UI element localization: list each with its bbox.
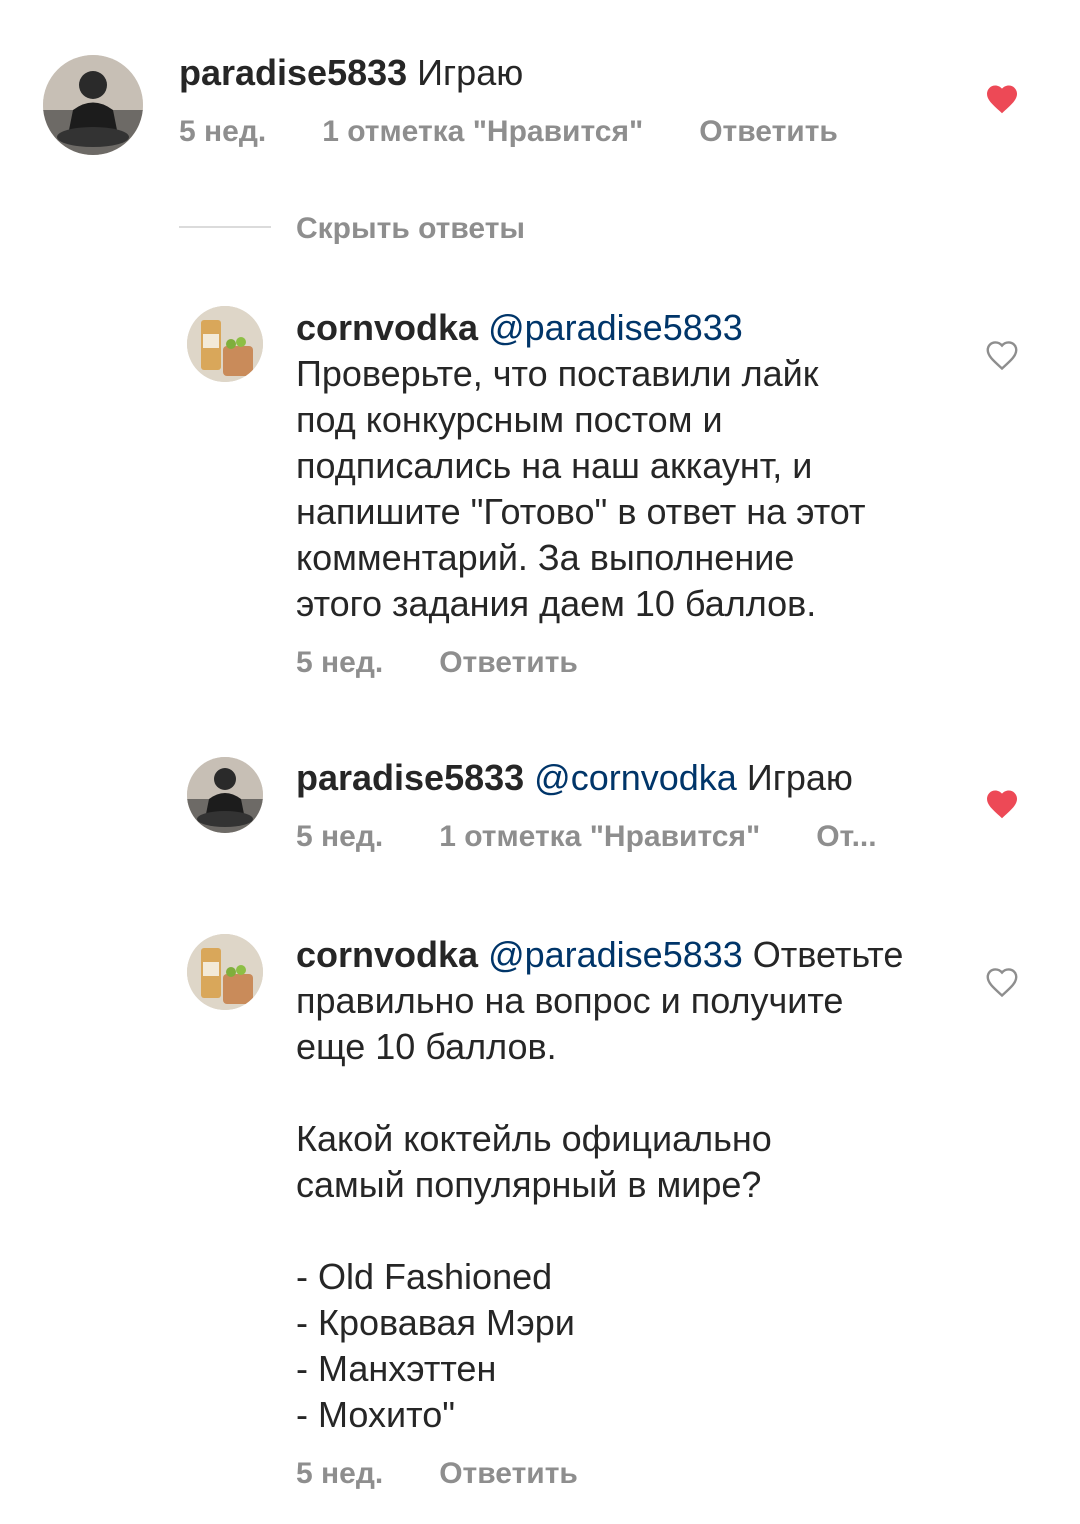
username[interactable]: paradise5833	[296, 757, 524, 798]
comment-text: cornvodka @paradise5833 Проверьте, что п…	[296, 305, 956, 627]
reply-button[interactable]: Ответить	[699, 114, 838, 150]
reply-button[interactable]: Ответить	[439, 645, 578, 681]
timestamp: 5 нед.	[296, 820, 384, 853]
avatar[interactable]	[43, 55, 143, 155]
avatar[interactable]	[187, 757, 263, 833]
timestamp: 5 нед.	[296, 1457, 384, 1490]
mention[interactable]: @paradise5833	[478, 307, 743, 348]
comment-text: paradise5833 @cornvodka Играю	[296, 755, 956, 801]
avatar[interactable]	[187, 306, 263, 382]
avatar[interactable]	[187, 934, 263, 1010]
comment-meta: 5 нед. Ответить	[296, 1456, 578, 1492]
reply-button[interactable]: От...	[816, 819, 876, 855]
comment-body: Проверьте, что поставили лайк под конкур…	[296, 353, 866, 624]
timestamp: 5 нед.	[296, 646, 384, 679]
timestamp: 5 нед.	[179, 115, 267, 148]
comment-text: cornvodka @paradise5833 Ответьте правиль…	[296, 932, 956, 1438]
hide-replies-button[interactable]: Скрыть ответы	[296, 211, 525, 247]
mention[interactable]: @cornvodka	[524, 757, 737, 798]
username[interactable]: cornvodka	[296, 307, 478, 348]
comment-text: paradise5833 Играю	[179, 50, 939, 96]
comment-meta: 5 нед. Ответить	[296, 645, 578, 681]
heart-filled-icon[interactable]	[984, 81, 1020, 117]
comment-meta: 5 нед. 1 отметка "Нравится" От...	[296, 819, 877, 855]
replies-divider	[179, 226, 271, 228]
likes-count[interactable]: 1 отметка "Нравится"	[322, 114, 643, 150]
heart-filled-icon[interactable]	[984, 786, 1020, 822]
comment-body: Ответьте правильно на вопрос и получите …	[296, 934, 904, 1435]
comment-body: Играю	[407, 52, 524, 93]
heart-outline-icon[interactable]	[984, 337, 1020, 373]
likes-count[interactable]: 1 отметка "Нравится"	[439, 819, 760, 855]
reply-button[interactable]: Ответить	[439, 1456, 578, 1492]
mention[interactable]: @paradise5833	[478, 934, 743, 975]
comment-body: Играю	[736, 757, 853, 798]
username[interactable]: cornvodka	[296, 934, 478, 975]
comment-meta: 5 нед. 1 отметка "Нравится" Ответить	[179, 114, 838, 150]
heart-outline-icon[interactable]	[984, 964, 1020, 1000]
username[interactable]: paradise5833	[179, 52, 407, 93]
